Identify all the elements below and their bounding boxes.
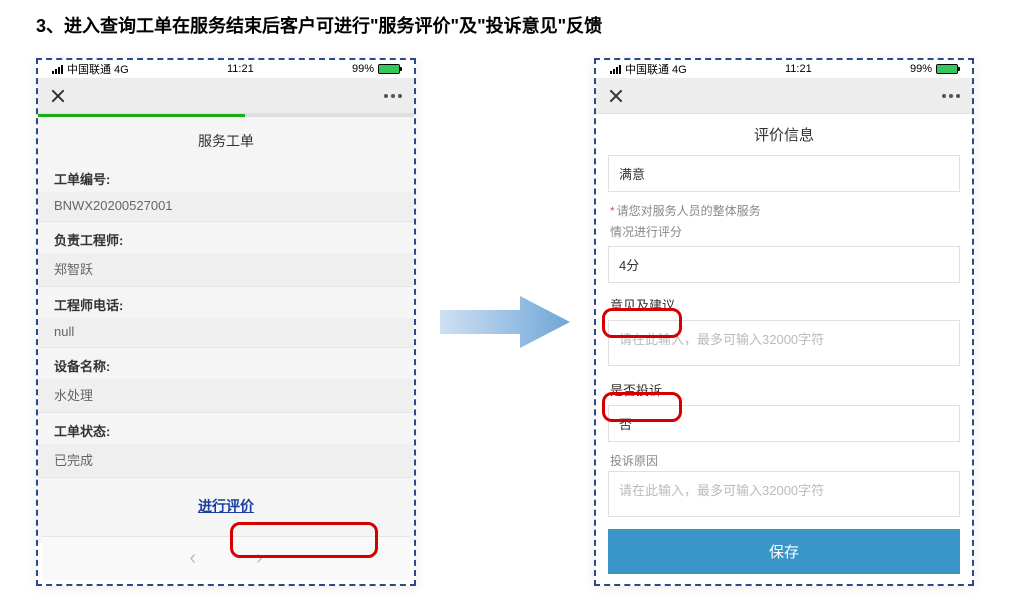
carrier-text: 中国联通 4G <box>67 61 129 77</box>
save-button[interactable]: 保存 <box>608 529 960 574</box>
engineer-value: 郑智跃 <box>38 253 414 287</box>
engineer-phone-value: null <box>38 318 414 348</box>
rating-label: *请您对服务人员的整体服务 <box>596 200 972 221</box>
signal-icon <box>610 65 621 74</box>
rating-label-2: 情况进行评分 <box>596 221 972 242</box>
bottom-nav: ‹ › <box>42 536 410 580</box>
instruction-heading: 3、进入查询工单在服务结束后客户可进行"服务评价"及"投诉意见"反馈 <box>0 0 1020 38</box>
carrier-text: 中国联通 4G <box>625 61 687 77</box>
order-status-label: 工单状态: <box>38 413 414 444</box>
phone-right: 中国联通 4G 11:21 99% 评价信息 满意 *请您对服务人员的整体服务 … <box>594 58 974 586</box>
status-time: 11:21 <box>227 63 254 75</box>
order-body: 服务工单 工单编号: BNWX20200527001 负责工程师: 郑智跃 工程… <box>38 117 414 543</box>
nav-next-icon[interactable]: › <box>256 547 263 570</box>
phone-left: 中国联通 4G 11:21 99% 服务工单 工单编号: BNWX2020052… <box>36 58 416 586</box>
reason-textarea[interactable]: 请在此输入，最多可输入32000字符 <box>608 471 960 517</box>
nav-prev-icon[interactable]: ‹ <box>189 547 196 570</box>
status-time: 11:21 <box>785 63 812 75</box>
progress-line <box>38 114 414 117</box>
engineer-phone-label: 工程师电话: <box>38 287 414 318</box>
complaint-select[interactable]: 否 <box>608 405 960 442</box>
engineer-label: 负责工程师: <box>38 222 414 253</box>
reason-label: 投诉原因 <box>596 450 972 471</box>
eval-title: 评价信息 <box>596 114 972 155</box>
eval-body: 评价信息 满意 *请您对服务人员的整体服务 情况进行评分 4分 意见及建议 请在… <box>596 114 972 584</box>
main-container: 中国联通 4G 11:21 99% 服务工单 工单编号: BNWX2020052… <box>0 38 1020 586</box>
order-title: 服务工单 <box>38 117 414 161</box>
opinion-label: 意见及建议 <box>596 291 689 320</box>
signal-icon <box>52 65 63 74</box>
nav-bar <box>38 78 414 114</box>
satisfaction-input[interactable]: 满意 <box>608 155 960 192</box>
device-value: 水处理 <box>38 379 414 413</box>
order-no-label: 工单编号: <box>38 161 414 192</box>
complaint-label: 是否投诉 <box>596 376 676 405</box>
order-no-value: BNWX20200527001 <box>38 192 414 222</box>
arrow-icon <box>440 292 570 352</box>
battery-icon <box>378 64 400 74</box>
status-bar: 中国联通 4G 11:21 99% <box>38 60 414 78</box>
more-icon[interactable] <box>942 94 960 98</box>
close-icon[interactable] <box>50 88 66 104</box>
close-icon[interactable] <box>608 88 624 104</box>
opinion-textarea[interactable]: 请在此输入，最多可输入32000字符 <box>608 320 960 366</box>
nav-bar <box>596 78 972 114</box>
rating-input[interactable]: 4分 <box>608 246 960 283</box>
battery-icon <box>936 64 958 74</box>
order-status-value: 已完成 <box>38 444 414 478</box>
status-bar: 中国联通 4G 11:21 99% <box>596 60 972 78</box>
more-icon[interactable] <box>384 94 402 98</box>
battery-percent: 99% <box>352 63 374 75</box>
device-label: 设备名称: <box>38 348 414 379</box>
evaluate-link[interactable]: 进行评价 <box>198 496 254 516</box>
required-mark: * <box>610 204 615 218</box>
battery-percent: 99% <box>910 63 932 75</box>
